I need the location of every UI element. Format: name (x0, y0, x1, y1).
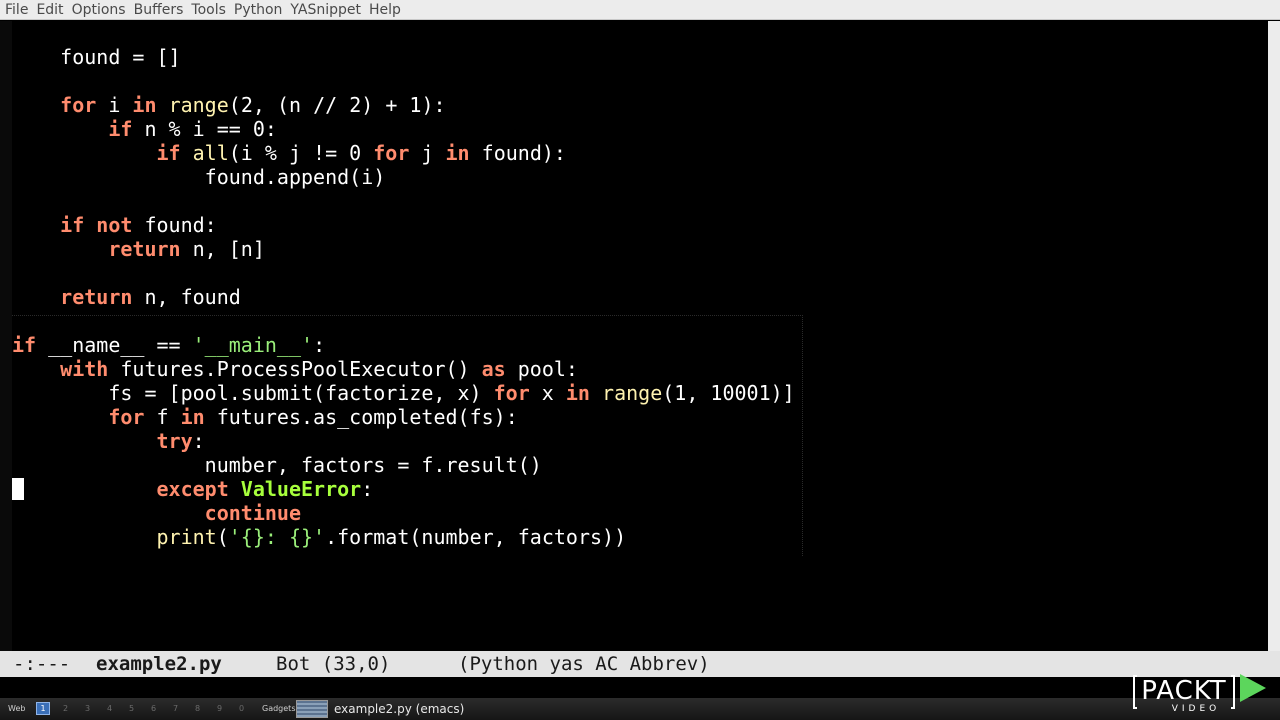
code-editor[interactable]: found = [] for i in range(2, (n // 2) + … (12, 21, 1268, 651)
workspace-3[interactable]: 3 (85, 698, 90, 720)
menu-file[interactable]: File (0, 0, 32, 20)
menu-bar: File Edit Options Buffers Tools Python Y… (0, 0, 1280, 20)
code-line-3: if n % i == 0: (108, 117, 277, 141)
left-fringe (0, 21, 12, 651)
code-line-7: return n, [n] (108, 237, 265, 261)
code-line-16: continue (204, 501, 301, 525)
code-line-8: return n, found (60, 285, 241, 309)
code-line-14: number, factors = f.result() (204, 453, 542, 477)
code-line-9: if __name__ == '__main__': (12, 333, 326, 357)
menu-python[interactable]: Python (230, 0, 287, 20)
menu-buffers[interactable]: Buffers (130, 0, 188, 20)
workspace-6[interactable]: 6 (151, 698, 156, 720)
mode-line[interactable]: -:--- example2.py Bot (33,0) (Python yas… (0, 651, 1280, 677)
code-line-5: found.append(i) (204, 165, 386, 189)
right-fringe (1268, 21, 1280, 651)
code-line-4: if all(i % j != 0 for j in found): (156, 141, 566, 165)
code-line-1: found = [] (60, 45, 181, 69)
gadgets-launcher[interactable]: Gadgets (262, 698, 295, 720)
emacs-window: File Edit Options Buffers Tools Python Y… (0, 0, 1280, 720)
code-line-13: try: (156, 429, 205, 453)
menu-edit[interactable]: Edit (32, 0, 67, 20)
code-line-11: fs = [pool.submit(factorize, x) for x in… (108, 381, 795, 405)
menu-tools[interactable]: Tools (187, 0, 230, 20)
workspace-8[interactable]: 8 (195, 698, 200, 720)
workspace-9[interactable]: 9 (217, 698, 222, 720)
code-line-10: with futures.ProcessPoolExecutor() as po… (60, 357, 578, 381)
modeline-position: Bot (33,0) (276, 653, 391, 675)
code-line-17: print('{}: {}'.format(number, factors)) (156, 525, 627, 549)
code-line-6: if not found: (60, 213, 217, 237)
workspace-2[interactable]: 2 (63, 698, 68, 720)
code-line-12: for f in futures.as_completed(fs): (108, 405, 518, 429)
task-title[interactable]: example2.py (emacs) (334, 698, 464, 720)
echo-area (0, 677, 1280, 698)
modeline-buffer-name[interactable]: example2.py (96, 651, 222, 677)
workspace-1-active[interactable]: 1 (36, 702, 50, 715)
text-cursor (12, 478, 24, 500)
workspace-10[interactable]: 0 (239, 698, 244, 720)
taskbar: Web 1 2 3 4 5 6 7 8 9 0 Gadgets example2… (0, 698, 1280, 720)
menu-options[interactable]: Options (68, 0, 130, 20)
workspace-4[interactable]: 4 (107, 698, 112, 720)
workspace-7[interactable]: 7 (173, 698, 178, 720)
workspace-5[interactable]: 5 (129, 698, 134, 720)
modeline-status: -:--- (13, 653, 71, 675)
code-line-15: except ValueError: (156, 477, 374, 501)
task-thumbnail-icon[interactable] (296, 700, 328, 718)
menu-help[interactable]: Help (365, 0, 405, 20)
web-launcher[interactable]: Web (8, 698, 25, 720)
modeline-modes[interactable]: (Python yas AC Abbrev) (458, 651, 710, 677)
code-line-2: for i in range(2, (n // 2) + 1): (60, 93, 446, 117)
menu-yasnippet[interactable]: YASnippet (286, 0, 365, 20)
